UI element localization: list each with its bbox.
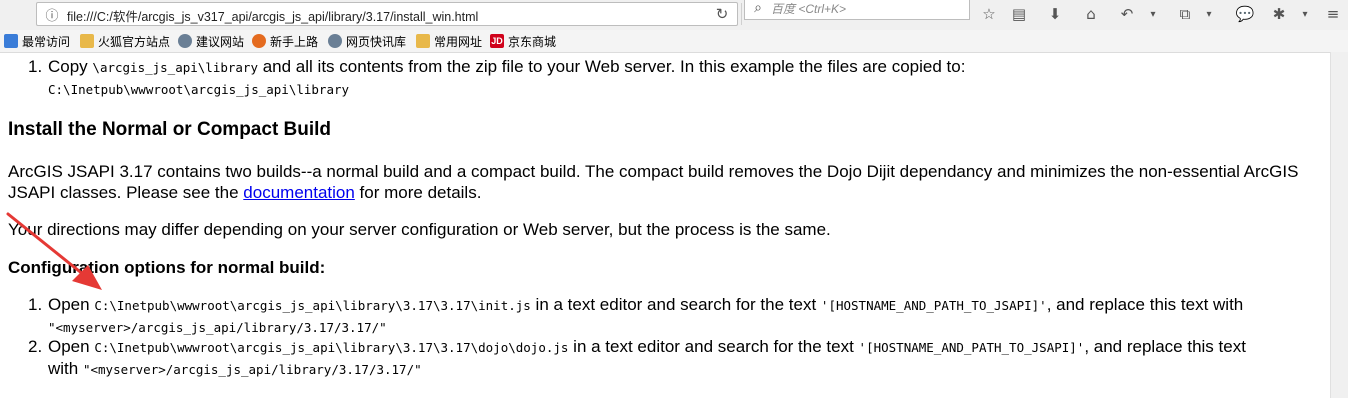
code-path: C:\Inetpub\wwwroot\arcgis_js_api\library… (94, 340, 569, 355)
text-fragment: Open (48, 295, 95, 314)
most-visited-icon (4, 34, 18, 48)
url-text[interactable]: file:///C:/软件/arcgis_js_v317_api/arcgis_… (67, 6, 478, 25)
bookmark-firefox-official[interactable]: 火狐官方站点 (80, 33, 170, 49)
documentation-link[interactable]: documentation (243, 183, 355, 202)
code-token: '[HOSTNAME_AND_PATH_TO_JSAPI]' (820, 298, 1047, 313)
list-item: 1. Copy \arcgis_js_api\library and all i… (28, 56, 965, 78)
bookmark-label: 最常访问 (22, 34, 71, 49)
bookmark-label: 新手上路 (270, 34, 319, 49)
reading-list-icon[interactable]: ▤ (1008, 3, 1030, 25)
bookmark-star-icon[interactable]: ☆ (978, 3, 1000, 25)
folder-icon (80, 34, 94, 48)
text-fragment: Open (48, 337, 95, 356)
site-info-icon[interactable]: ⓘ (41, 3, 63, 25)
bookmark-label: 京东商城 (508, 34, 557, 49)
extension-icon[interactable]: ✱ (1268, 3, 1290, 25)
list-text: Copy \arcgis_js_api\library and all its … (48, 57, 965, 76)
text-fragment: in a text editor and search for the text (530, 295, 821, 314)
firefox-icon (252, 34, 266, 48)
paragraph: Your directions may differ depending on … (8, 220, 831, 239)
bookmark-common-sites[interactable]: 常用网址 (416, 33, 482, 49)
list-item-continuation: "<myserver>/arcgis_js_api/library/3.17/3… (48, 316, 387, 338)
text-fragment: Copy (48, 57, 93, 76)
list-number: 1. (28, 295, 43, 314)
bookmark-suggested-sites[interactable]: 建议网站 (178, 33, 244, 49)
back-history-icon[interactable]: ↶ (1116, 3, 1138, 25)
text-fragment: , and replace this text (1084, 337, 1246, 356)
paragraph-line: JSAPI classes. Please see the documentat… (8, 182, 481, 203)
paragraph-line: ArcGIS JSAPI 3.17 contains two builds--a… (8, 162, 1299, 181)
code-value: "<myserver>/arcgis_js_api/library/3.17/3… (82, 362, 422, 377)
bookmark-most-visited[interactable]: 最常访问 (4, 33, 70, 49)
bookmark-label: 火狐官方站点 (98, 34, 171, 49)
code-path: C:\Inetpub\wwwroot\arcgis_js_api\library… (94, 298, 531, 313)
bookmark-getting-started[interactable]: 新手上路 (252, 33, 318, 49)
text-fragment: , and replace this text with (1046, 295, 1244, 314)
search-icon[interactable]: ⌕ (747, 0, 769, 19)
search-bar[interactable]: ⌕ 百度 <Ctrl+K> (744, 0, 970, 20)
list-text: Open C:\Inetpub\wwwroot\arcgis_js_api\li… (48, 337, 1246, 356)
code-path: C:\Inetpub\wwwroot\arcgis_js_api\library (48, 82, 350, 97)
text-fragment: and all its contents from the zip file t… (258, 57, 966, 76)
folder-icon (416, 34, 430, 48)
globe-icon (328, 34, 342, 48)
list-item: 1. Open C:\Inetpub\wwwroot\arcgis_js_api… (28, 294, 1243, 316)
extension-dropdown-icon[interactable]: ▾ (1294, 3, 1316, 25)
code-path: \arcgis_js_api\library (92, 60, 258, 75)
list-text: Open C:\Inetpub\wwwroot\arcgis_js_api\li… (48, 295, 1243, 314)
list-item: 2. Open C:\Inetpub\wwwroot\arcgis_js_api… (28, 336, 1246, 358)
bookmarks-bar: 最常访问 火狐官方站点 建议网站 新手上路 网页快讯库 常用网址 JD 京东商城 (0, 30, 1348, 53)
jd-logo-icon: JD (490, 34, 504, 48)
list-item-continuation: C:\Inetpub\wwwroot\arcgis_js_api\library (48, 78, 349, 100)
text-fragment: with (48, 359, 83, 378)
list-item-continuation: with "<myserver>/arcgis_js_api/library/3… (48, 358, 422, 380)
bookmark-web-slices[interactable]: 网页快讯库 (328, 33, 406, 49)
screenshot-dropdown-icon[interactable]: ▾ (1198, 3, 1220, 25)
subheading: Configuration options for normal build: (8, 258, 326, 277)
chat-icon[interactable]: 💬 (1234, 3, 1256, 25)
bookmark-label: 常用网址 (434, 34, 483, 49)
menu-icon[interactable]: ≡ (1322, 3, 1344, 25)
code-value: "<myserver>/arcgis_js_api/library/3.17/3… (48, 320, 387, 335)
section-heading: Install the Normal or Compact Build (8, 119, 332, 140)
reload-icon[interactable]: ↻ (711, 3, 733, 25)
text-fragment: for more details. (354, 183, 482, 202)
bookmark-jd[interactable]: JD 京东商城 (490, 33, 556, 49)
text-fragment: in a text editor and search for the text (568, 337, 859, 356)
url-divider (741, 3, 742, 25)
search-placeholder[interactable]: 百度 <Ctrl+K> (771, 0, 846, 17)
bookmark-label: 建议网站 (196, 34, 245, 49)
globe-icon (178, 34, 192, 48)
browser-toolbar: ⓘ file:///C:/软件/arcgis_js_v317_api/arcgi… (0, 0, 1348, 31)
vertical-scrollbar[interactable] (1330, 52, 1348, 398)
history-dropdown-icon[interactable]: ▾ (1142, 3, 1164, 25)
home-icon[interactable]: ⌂ (1080, 3, 1102, 25)
bookmark-label: 网页快讯库 (346, 34, 407, 49)
download-icon[interactable]: ⬇ (1044, 3, 1066, 25)
list-number: 1. (28, 57, 43, 76)
screenshot-icon[interactable]: ⧉ (1174, 3, 1196, 25)
list-number: 2. (28, 337, 43, 356)
text-fragment: JSAPI classes. Please see the (8, 183, 244, 202)
code-token: '[HOSTNAME_AND_PATH_TO_JSAPI]' (858, 340, 1085, 355)
address-bar[interactable]: ⓘ file:///C:/软件/arcgis_js_v317_api/arcgi… (36, 2, 742, 26)
